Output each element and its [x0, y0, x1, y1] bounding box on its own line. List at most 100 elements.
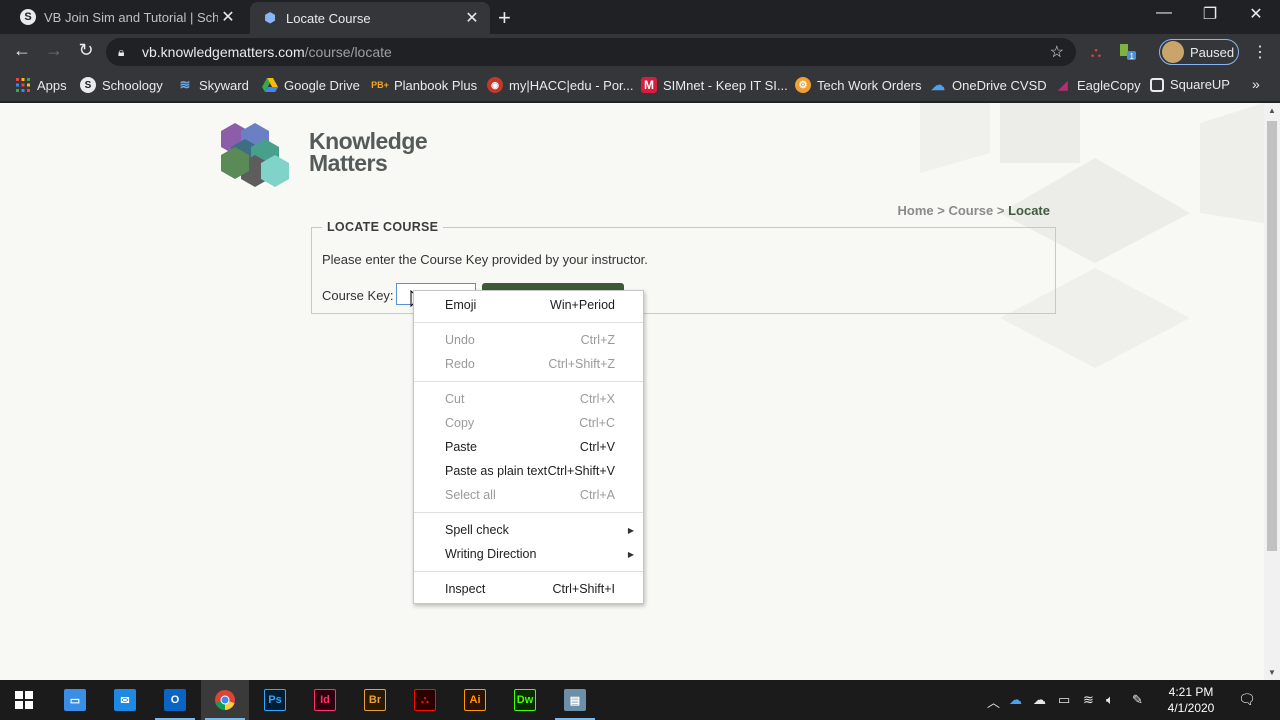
browser-titlebar: S VB Join Sim and Tutorial | Schoology ✕… — [0, 0, 1280, 34]
menu-item-label: Paste as plain text — [445, 464, 548, 478]
taskbar-indesign[interactable]: Id — [301, 680, 349, 720]
menu-item-label: Emoji — [445, 298, 477, 312]
menu-item-shortcut: Ctrl+A — [579, 488, 615, 502]
menu-item-shortcut: Ctrl+Z — [580, 333, 615, 347]
eaglecopy-icon: ◢ — [1058, 78, 1068, 92]
bookmark-label: Skyward — [199, 77, 249, 93]
tab-locate-course[interactable]: ⬢ Locate Course ✕ — [250, 2, 490, 34]
menu-item-cut[interactable]: Cut Ctrl+X — [414, 387, 643, 411]
breadcrumb-course[interactable]: Course — [948, 203, 993, 218]
onedrive-tray-icon[interactable]: ☁ — [1009, 692, 1022, 708]
taskbar-file-explorer[interactable]: ▭ — [51, 680, 99, 720]
taskbar-bridge[interactable]: Br — [351, 680, 399, 720]
taskbar-acrobat[interactable]: ⛬ — [401, 680, 449, 720]
breadcrumb-separator: > — [996, 203, 1005, 218]
menu-item-shortcut: Ctrl+Shift+Z — [548, 357, 615, 371]
bookmark-hacc[interactable]: ◉ my|HACC|edu - Por... — [487, 77, 634, 93]
notification-icon[interactable]: 🗨︎ — [1238, 691, 1256, 708]
new-tab-button[interactable]: + — [498, 5, 511, 31]
bookmark-skyward[interactable]: ≋ Skyward — [177, 77, 249, 93]
bookmark-label: Google Drive — [284, 77, 360, 93]
bookmark-planbook[interactable]: PB+ Planbook Plus — [371, 77, 478, 93]
page-scrollbar[interactable]: ▲ ▼ — [1264, 103, 1280, 680]
taskbar-outlook[interactable]: O — [151, 680, 199, 720]
cloud-tray-icon[interactable]: ☁ — [1033, 692, 1046, 708]
bookmark-squareup[interactable]: SquareUP — [1150, 77, 1230, 92]
bookmark-label: Planbook Plus — [394, 77, 478, 93]
menu-item-shortcut: Ctrl+Shift+V — [547, 464, 615, 478]
taskbar-photoshop[interactable]: Ps — [251, 680, 299, 720]
bookmark-tech-work-orders[interactable]: ⚙ Tech Work Orders — [795, 77, 922, 93]
simnet-icon: M — [641, 77, 657, 93]
close-icon[interactable]: ✕ — [462, 8, 482, 28]
tab-title: Locate Course — [286, 10, 371, 26]
menu-item-paste[interactable]: Paste Ctrl+V — [414, 435, 643, 459]
bookmark-apps[interactable]: Apps — [15, 77, 67, 93]
tab-schoology[interactable]: S VB Join Sim and Tutorial | Schoology ✕ — [8, 0, 246, 34]
bookmark-schoology[interactable]: S Schoology — [80, 77, 163, 93]
scrollbar-thumb[interactable] — [1267, 121, 1277, 551]
browser-menu-icon[interactable]: ⋮ — [1252, 42, 1268, 62]
taskbar-dreamweaver[interactable]: Dw — [501, 680, 549, 720]
more-bookmarks-icon[interactable]: » — [1252, 76, 1260, 92]
google-drive-icon — [262, 77, 278, 93]
menu-item-emoji[interactable]: Emoji Win+Period — [414, 293, 643, 317]
close-icon[interactable]: ✕ — [218, 7, 238, 27]
lock-icon[interactable]: 🔒︎ — [118, 45, 132, 60]
scroll-down-icon[interactable]: ▼ — [1268, 668, 1276, 677]
show-hidden-icons[interactable]: ︿ — [987, 692, 1000, 711]
menu-item-undo[interactable]: Undo Ctrl+Z — [414, 328, 643, 352]
bookmark-label: OneDrive CVSD — [952, 77, 1047, 93]
bookmark-google-drive[interactable]: Google Drive — [262, 77, 360, 93]
taskbar-other-app[interactable]: ▤ — [551, 680, 599, 720]
menu-item-label: Select all — [445, 488, 496, 502]
menu-item-shortcut: Ctrl+X — [579, 392, 615, 406]
menu-item-paste-plain[interactable]: Paste as plain text Ctrl+Shift+V — [414, 459, 643, 483]
bookmark-simnet[interactable]: M SIMnet - Keep IT SI... — [641, 77, 788, 93]
menu-item-writing-direction[interactable]: Writing Direction ▶ — [414, 542, 643, 566]
start-button[interactable] — [0, 680, 48, 720]
address-bar[interactable]: 🔒︎ vb.knowledgematters.com/course/locate… — [106, 38, 1076, 66]
clock-time: 4:21 PM — [1168, 685, 1214, 699]
taskbar-illustrator[interactable]: Ai — [451, 680, 499, 720]
forward-button[interactable]: → — [42, 40, 66, 61]
taskbar-mail[interactable]: ✉ — [101, 680, 149, 720]
tab-title: VB Join Sim and Tutorial | Schoology — [44, 9, 218, 25]
scroll-up-icon[interactable]: ▲ — [1268, 106, 1276, 115]
acrobat-extension-icon[interactable]: ⛬ — [1086, 42, 1106, 62]
menu-item-copy[interactable]: Copy Ctrl+C — [414, 411, 643, 435]
menu-item-redo[interactable]: Redo Ctrl+Shift+Z — [414, 352, 643, 376]
indesign-icon: Id — [314, 689, 336, 711]
window-close-button[interactable]: ✕ — [1233, 4, 1279, 24]
extension-badge-icon[interactable]: 1 — [1117, 42, 1137, 62]
bookmark-star-icon[interactable]: ☆ — [1050, 42, 1064, 62]
menu-item-spell-check[interactable]: Spell check ▶ — [414, 518, 643, 542]
restore-button[interactable]: ❐ — [1187, 4, 1233, 24]
menu-item-shortcut: Ctrl+C — [579, 416, 615, 430]
profile-button[interactable]: Paused — [1159, 39, 1239, 65]
minimize-button[interactable]: — — [1141, 4, 1187, 22]
logo-line-2: Matters — [309, 150, 388, 176]
battery-icon[interactable]: ▭ — [1058, 692, 1070, 708]
url-path: /course/locate — [304, 44, 392, 60]
menu-item-label: Writing Direction — [445, 547, 537, 561]
system-clock[interactable]: 4:21 PM 4/1/2020 — [1160, 684, 1222, 716]
breadcrumb-home[interactable]: Home — [897, 203, 933, 218]
bookmark-onedrive[interactable]: ☁ OneDrive CVSD — [930, 77, 1047, 93]
wifi-icon[interactable]: ≋ — [1083, 692, 1094, 708]
pen-icon[interactable]: ✎ — [1132, 692, 1143, 708]
taskbar-chrome[interactable] — [201, 680, 249, 720]
menu-item-select-all[interactable]: Select all Ctrl+A — [414, 483, 643, 507]
back-button[interactable]: ← — [10, 40, 34, 61]
menu-item-label: Undo — [445, 333, 475, 347]
menu-item-inspect[interactable]: Inspect Ctrl+Shift+I — [414, 577, 643, 601]
course-key-label: Course Key: — [322, 288, 394, 303]
menu-item-shortcut: Ctrl+V — [579, 440, 615, 454]
mail-icon: ✉ — [114, 689, 136, 711]
schoology-icon: S — [80, 77, 96, 93]
menu-separator — [414, 512, 643, 513]
reload-button[interactable]: ↻ — [74, 40, 98, 61]
volume-icon[interactable]: 🔈︎ — [1106, 692, 1114, 708]
bookmark-eaglecopy[interactable]: ◢ EagleCopy — [1055, 77, 1140, 93]
square-icon — [1150, 77, 1164, 92]
